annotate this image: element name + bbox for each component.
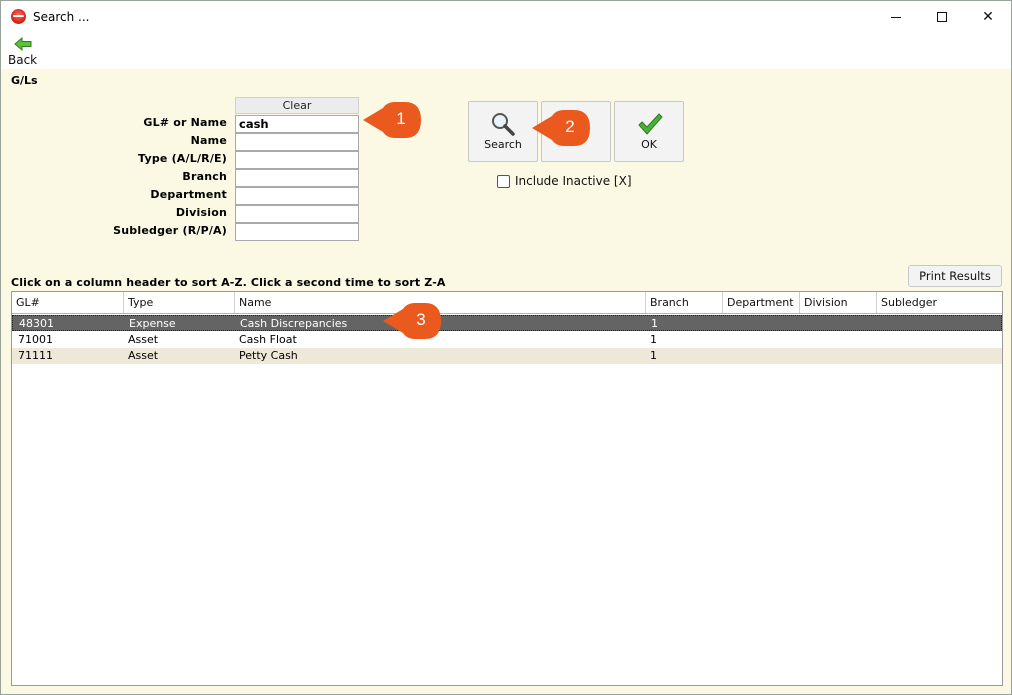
callout-3-number: 3 <box>416 310 426 329</box>
name-input[interactable] <box>235 133 359 151</box>
table-row[interactable]: 71001 Asset Cash Float 1 <box>12 332 1002 348</box>
division-input[interactable] <box>235 205 359 223</box>
title-bar: Search ... ✕ <box>1 1 1011 33</box>
sort-instructions: Click on a column header to sort A-Z. Cl… <box>11 276 446 289</box>
include-inactive-label: Include Inactive [X] <box>515 174 632 188</box>
window-title: Search ... <box>33 10 90 24</box>
app-logo-icon <box>11 9 26 24</box>
ok-button[interactable]: OK <box>614 101 684 162</box>
callout-1-number: 1 <box>396 109 406 128</box>
column-header-department[interactable]: Department <box>723 292 800 313</box>
type-input[interactable] <box>235 151 359 169</box>
search-button[interactable]: Search <box>468 101 538 162</box>
close-button[interactable]: ✕ <box>965 1 1011 33</box>
print-results-button[interactable]: Print Results <box>908 265 1002 287</box>
clear-button[interactable]: Clear <box>235 97 359 114</box>
ok-button-label: OK <box>641 138 657 151</box>
section-title: G/Ls <box>11 74 38 87</box>
cell-name: Cash Discrepancies <box>240 317 348 330</box>
results-grid: GL# Type Name Branch Department Division… <box>11 291 1003 686</box>
subledger-label: Subledger (R/P/A) <box>113 224 227 237</box>
cell-type: Expense <box>129 317 176 330</box>
minimize-button[interactable] <box>873 1 919 33</box>
toolbar: Back <box>1 33 1011 69</box>
cell-name: Petty Cash <box>239 349 298 362</box>
cell-type: Asset <box>128 349 159 362</box>
table-row[interactable]: 48301 Expense Cash Discrepancies 1 <box>12 315 1002 331</box>
cell-name: Cash Float <box>239 333 297 346</box>
cell-branch: 1 <box>651 317 658 330</box>
gl-or-name-input[interactable] <box>235 115 359 133</box>
back-arrow-icon <box>14 37 32 51</box>
cell-gl: 48301 <box>19 317 54 330</box>
include-inactive-checkbox[interactable] <box>497 175 510 188</box>
column-header-type[interactable]: Type <box>124 292 235 313</box>
grid-header: GL# Type Name Branch Department Division… <box>12 292 1002 314</box>
table-row[interactable]: 71111 Asset Petty Cash 1 <box>12 348 1002 364</box>
maximize-button[interactable] <box>919 1 965 33</box>
column-header-gl[interactable]: GL# <box>12 292 124 313</box>
column-header-branch[interactable]: Branch <box>646 292 723 313</box>
subledger-input[interactable] <box>235 223 359 241</box>
column-header-division[interactable]: Division <box>800 292 877 313</box>
maximize-icon <box>937 12 947 22</box>
department-input[interactable] <box>235 187 359 205</box>
column-header-subledger[interactable]: Subledger <box>877 292 1002 313</box>
back-label: Back <box>8 53 38 67</box>
cell-branch: 1 <box>650 349 657 362</box>
cell-gl: 71001 <box>18 333 53 346</box>
checkmark-icon <box>638 113 663 135</box>
cell-gl: 71111 <box>18 349 53 362</box>
gl-or-name-label: GL# or Name <box>143 116 227 129</box>
callout-3: 3 <box>381 301 443 341</box>
department-label: Department <box>150 188 227 201</box>
callout-2: 2 <box>530 108 592 148</box>
division-label: Division <box>175 206 227 219</box>
callout-1: 1 <box>361 100 423 140</box>
close-icon: ✕ <box>982 9 994 25</box>
search-window: Search ... ✕ Back G/Ls Clear GL# or Name… <box>0 0 1012 695</box>
callout-2-number: 2 <box>565 117 575 136</box>
magnifier-icon <box>492 113 515 136</box>
type-label: Type (A/L/R/E) <box>138 152 227 165</box>
cell-branch: 1 <box>650 333 657 346</box>
branch-input[interactable] <box>235 169 359 187</box>
back-button[interactable]: Back <box>7 35 41 67</box>
minimize-icon <box>891 16 901 18</box>
cell-type: Asset <box>128 333 159 346</box>
search-button-label: Search <box>484 138 522 151</box>
name-label: Name <box>190 134 227 147</box>
branch-label: Branch <box>182 170 227 183</box>
